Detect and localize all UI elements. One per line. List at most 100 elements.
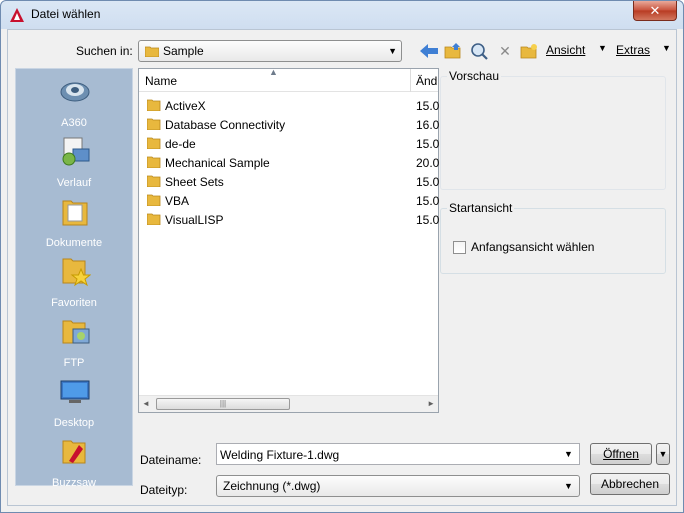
up-folder-button[interactable] xyxy=(442,40,464,62)
file-row-de-de[interactable]: de-de 15.0 xyxy=(139,134,440,153)
places-bar: A360 Verlauf Dokumente Favoriten FTP Des… xyxy=(15,68,133,489)
preview-group: Vorschau xyxy=(440,69,666,190)
place-history[interactable]: Verlauf xyxy=(16,135,132,193)
column-header: ▲ Name Änd xyxy=(139,67,438,92)
window-title: Datei wählen xyxy=(31,7,101,21)
folder-icon xyxy=(147,194,161,206)
horizontal-scrollbar[interactable]: ◄ ||| ► xyxy=(139,395,438,412)
filename-dropdown-icon[interactable]: ▼ xyxy=(564,449,573,459)
search-web-button[interactable] xyxy=(468,40,490,62)
open-button-label: Öffnen xyxy=(603,447,639,461)
back-arrow-icon xyxy=(420,44,438,58)
file-date: 15.0 xyxy=(416,175,440,189)
scroll-right-icon[interactable]: ► xyxy=(427,399,435,408)
autocad-logo-icon xyxy=(10,8,24,22)
ftp-icon xyxy=(62,320,90,344)
back-button[interactable] xyxy=(418,40,440,62)
new-folder-button[interactable] xyxy=(518,40,540,62)
a360-icon xyxy=(60,82,90,102)
startview-title: Startansicht xyxy=(447,201,515,215)
file-list[interactable]: ▲ Name Änd ActiveX 15.0 Database Connect… xyxy=(138,67,440,413)
folder-icon xyxy=(147,156,161,168)
place-buzzsaw[interactable]: Buzzsaw xyxy=(16,435,132,493)
file-date: 15.0 xyxy=(416,99,440,113)
delete-button[interactable]: ✕ xyxy=(494,40,516,62)
filetype-value: Zeichnung (*.dwg) xyxy=(223,479,321,493)
file-row-activex[interactable]: ActiveX 15.0 xyxy=(139,96,440,115)
place-label: Dokumente xyxy=(45,237,103,249)
file-name: Sheet Sets xyxy=(165,175,224,189)
file-row-visuallisp[interactable]: VisualLISP 15.0 xyxy=(139,210,440,229)
scrollbar-thumb[interactable]: ||| xyxy=(156,398,290,410)
file-name: VBA xyxy=(165,194,190,208)
filetype-dropdown-icon[interactable]: ▼ xyxy=(564,481,573,491)
place-label: Favoriten xyxy=(51,297,97,309)
file-row-mechanical-sample[interactable]: Mechanical Sample 20.0 xyxy=(139,153,440,172)
file-name: de-de xyxy=(165,137,196,151)
dialog-body: Suchen in: Sample ▼ ✕ Ansicht ▼ Extras ▼… xyxy=(7,29,677,506)
titlebar[interactable]: Datei wählen ✕ xyxy=(1,1,683,29)
place-label: A360 xyxy=(61,117,87,129)
file-date: 16.0 xyxy=(416,118,440,132)
lookin-value: Sample xyxy=(163,44,204,58)
cancel-button[interactable]: Abbrechen xyxy=(590,473,670,495)
preview-title: Vorschau xyxy=(447,69,502,83)
folder-icon xyxy=(145,46,159,57)
place-label: FTP xyxy=(63,357,85,369)
folder-up-icon xyxy=(444,43,461,59)
place-label: Buzzsaw xyxy=(51,477,97,489)
scroll-left-icon[interactable]: ◄ xyxy=(142,399,150,408)
file-date: 15.0 xyxy=(416,194,440,208)
folder-icon xyxy=(147,213,161,225)
chevron-down-icon: ▼ xyxy=(388,46,397,56)
view-dropdown-icon[interactable]: ▼ xyxy=(598,43,607,53)
desktop-icon xyxy=(60,380,90,403)
close-button[interactable]: ✕ xyxy=(633,1,677,21)
history-icon xyxy=(62,137,90,166)
file-name: ActiveX xyxy=(165,99,206,113)
tools-dropdown-icon[interactable]: ▼ xyxy=(662,43,671,53)
column-separator[interactable] xyxy=(410,69,411,92)
place-desktop[interactable]: Desktop xyxy=(16,375,132,433)
file-name: Mechanical Sample xyxy=(165,156,270,170)
open-button[interactable]: Öffnen xyxy=(590,443,652,465)
search-icon xyxy=(471,43,488,60)
folder-icon xyxy=(147,118,161,130)
folder-icon xyxy=(147,137,161,149)
file-name: Database Connectivity xyxy=(165,118,286,132)
place-documents[interactable]: Dokumente xyxy=(16,195,132,253)
file-date: 20.0 xyxy=(416,156,440,170)
lookin-combo[interactable]: Sample ▼ xyxy=(138,40,402,62)
initial-view-checkbox[interactable] xyxy=(453,241,466,254)
column-date-header[interactable]: Änd xyxy=(416,74,437,88)
file-row-sheet-sets[interactable]: Sheet Sets 15.0 xyxy=(139,172,440,191)
startview-group: Startansicht Anfangsansicht wählen xyxy=(440,201,666,274)
filename-input[interactable] xyxy=(216,443,580,465)
new-folder-icon xyxy=(520,44,537,59)
filetype-label: Dateityp: xyxy=(140,483,188,497)
file-date: 15.0 xyxy=(416,213,440,227)
place-ftp[interactable]: FTP xyxy=(16,315,132,373)
place-label: Desktop xyxy=(53,417,95,429)
file-row-database-connectivity[interactable]: Database Connectivity 16.0 xyxy=(139,115,440,134)
file-row-vba[interactable]: VBA 15.0 xyxy=(139,191,440,210)
file-date: 15.0 xyxy=(416,137,440,151)
place-favorites[interactable]: Favoriten xyxy=(16,255,132,313)
lookin-label: Suchen in: xyxy=(76,44,133,58)
filetype-combo[interactable]: Zeichnung (*.dwg) xyxy=(216,475,580,497)
buzzsaw-icon xyxy=(62,440,86,464)
place-a360[interactable]: A360 xyxy=(16,75,132,133)
file-dialog-window: Datei wählen ✕ Suchen in: Sample ▼ ✕ Ans… xyxy=(0,0,684,513)
cancel-button-label: Abbrechen xyxy=(600,477,660,491)
open-options-button[interactable]: ▼ xyxy=(656,443,670,465)
file-name: VisualLISP xyxy=(165,213,224,227)
folder-icon xyxy=(147,99,161,111)
column-name-header[interactable]: Name xyxy=(145,74,177,88)
delete-icon: ✕ xyxy=(499,43,511,59)
place-label: Verlauf xyxy=(56,177,92,189)
sort-ascending-icon: ▲ xyxy=(269,67,278,77)
view-menu[interactable]: Ansicht xyxy=(546,43,585,57)
initial-view-label[interactable]: Anfangsansicht wählen xyxy=(471,240,594,254)
tools-menu[interactable]: Extras xyxy=(616,43,650,57)
folder-icon xyxy=(147,175,161,187)
